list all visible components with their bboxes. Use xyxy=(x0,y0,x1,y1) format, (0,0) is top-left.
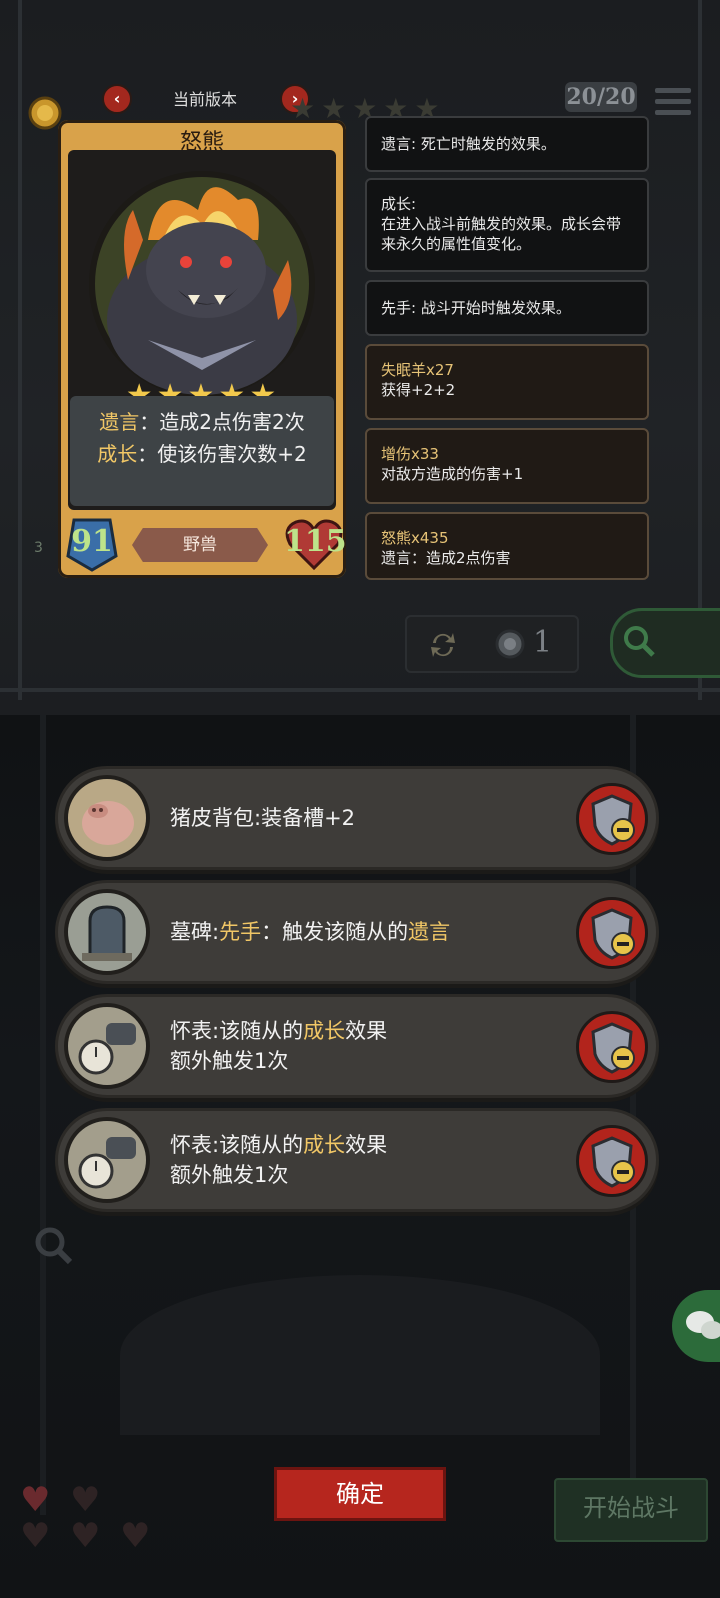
tombstone-icon xyxy=(64,889,150,975)
tooltip-body: 遗言：造成2点伤害 xyxy=(381,549,511,567)
side-number: 3 xyxy=(34,540,43,556)
refresh-icon xyxy=(431,633,455,657)
equipment-description: 墓碑:先手：触发该随从的遗言 xyxy=(170,883,550,981)
equipment-description: 猪皮背包:装备槽+2 xyxy=(170,769,550,867)
unit-ability-text: 遗言：造成2点伤害2次 成长：使该伤害次数+2 xyxy=(70,396,334,506)
chat-bubble-icon xyxy=(686,1311,720,1339)
search-button[interactable] xyxy=(610,608,720,678)
tooltip-title: 怒熊x435 xyxy=(381,529,449,547)
tooltip-title: 失眠羊x27 xyxy=(381,361,454,379)
ability-line-growth: 成长：使该伤害次数+2 xyxy=(70,438,334,470)
tooltip-first-strike: 先手: 战斗开始时触发效果。 xyxy=(365,280,649,336)
confirm-button[interactable]: 确定 xyxy=(274,1467,446,1521)
item-text: 怀表:该随从的 xyxy=(170,1133,304,1157)
remove-equipment-button[interactable] xyxy=(576,1011,648,1083)
gold-coin-icon xyxy=(28,96,62,130)
pig-skin-bag-icon xyxy=(64,775,150,861)
item-text: ：触发该随从的 xyxy=(261,920,409,944)
prev-version-button[interactable]: ‹ xyxy=(102,84,132,114)
tooltip-body: 获得+2+2 xyxy=(381,381,456,399)
item-text: 效果 xyxy=(345,1133,388,1157)
tooltip-body: : 死亡时触发的效果。 xyxy=(411,135,556,153)
item-text: 猪皮背包:装备槽+2 xyxy=(170,806,356,830)
tooltip-title: 增伤x33 xyxy=(381,445,439,463)
tooltip-title: 成长: xyxy=(381,195,417,213)
attack-value: 91 xyxy=(71,524,113,559)
heart-icon: ♥ xyxy=(20,1516,51,1556)
keyword-growth: 成长 xyxy=(303,1133,346,1157)
lives-indicator: ♥ ♥ ♥ ♥ ♥ xyxy=(20,1480,170,1560)
shield-minus-icon xyxy=(591,908,635,960)
tooltip-body: : 战斗开始时触发效果。 xyxy=(411,299,571,317)
heart-icon: ♥ xyxy=(20,1480,51,1520)
frame-border-bottom xyxy=(0,688,720,692)
pocket-watch-icon xyxy=(64,1003,150,1089)
angry-bear-portrait xyxy=(89,171,315,397)
heart-icon: ♥ xyxy=(70,1480,101,1520)
item-text: 效果 xyxy=(345,1019,388,1043)
health-value: 115 xyxy=(284,524,347,559)
version-selector: ‹ 当前版本 › xyxy=(100,84,310,114)
item-text: 墓碑: xyxy=(170,920,220,944)
item-text: 怀表:该随从的 xyxy=(170,1019,304,1043)
shield-minus-icon xyxy=(591,794,635,846)
item-text: 额外触发1次 xyxy=(170,1163,289,1187)
heart-icon: ♥ xyxy=(120,1516,151,1556)
tooltip-title: 先手 xyxy=(381,299,412,317)
frame-border-left xyxy=(18,0,22,700)
tooltip-growth: 成长: 在进入战斗前触发的效果。成长会带来永久的属性值变化。 xyxy=(365,178,649,272)
tribe-tag: 野兽 xyxy=(132,528,268,562)
board-count-badge: 20/20 xyxy=(565,82,637,112)
equipment-description: 怀表:该随从的成长效果 额外触发1次 xyxy=(170,997,550,1095)
search-icon xyxy=(624,626,655,657)
search-icon[interactable] xyxy=(30,1222,74,1266)
version-label: 当前版本 xyxy=(172,90,237,109)
ability-text: ：使该伤害次数+2 xyxy=(137,442,307,466)
refresh-cost: 1 xyxy=(533,625,553,660)
ability-text: ：造成2点伤害2次 xyxy=(139,410,305,434)
bg-pillar xyxy=(40,715,46,1515)
keyword-growth: 成长 xyxy=(303,1019,346,1043)
tooltip-title: 遗言 xyxy=(381,135,412,153)
health-stat: 115 xyxy=(284,516,347,572)
tooltip-deathrattle: 遗言: 死亡时触发的效果。 xyxy=(365,116,649,172)
tooltip-buff-damage-up: 增伤x33 对敌方造成的伤害+1 xyxy=(365,428,649,504)
keyword-deathrattle: 遗言 xyxy=(408,920,451,944)
heart-icon: ♥ xyxy=(70,1516,101,1556)
remove-equipment-button[interactable] xyxy=(576,783,648,855)
pocket-watch-icon xyxy=(64,1117,150,1203)
menu-icon[interactable] xyxy=(655,88,691,118)
tooltip-body: 对敌方造成的伤害+1 xyxy=(381,465,524,483)
equipment-row[interactable]: 怀表:该随从的成长效果 额外触发1次 xyxy=(55,1108,659,1212)
equipment-row[interactable]: 猪皮背包:装备槽+2 xyxy=(55,766,659,870)
bg-monster-silhouette xyxy=(120,1275,600,1435)
tooltip-body: 在进入战斗前触发的效果。成长会带来永久的属性值变化。 xyxy=(381,215,622,253)
remove-equipment-button[interactable] xyxy=(576,1125,648,1197)
equipment-row[interactable]: 怀表:该随从的成长效果 额外触发1次 xyxy=(55,994,659,1098)
unit-card: 怒熊 ★★★★★ 遗言：造成2点伤害2次 成长：使该伤害次数+2 xyxy=(58,120,347,578)
shield-minus-icon xyxy=(591,1022,635,1074)
frame-border-right xyxy=(698,0,702,700)
coin-icon xyxy=(495,629,525,659)
attack-stat: 91 xyxy=(64,516,120,572)
equipment-description: 怀表:该随从的成长效果 额外触发1次 xyxy=(170,1111,550,1209)
equipment-row[interactable]: 墓碑:先手：触发该随从的遗言 xyxy=(55,880,659,984)
ability-line-deathrattle: 遗言：造成2点伤害2次 xyxy=(70,406,334,438)
tooltip-buff-sleepless-sheep: 失眠羊x27 获得+2+2 xyxy=(365,344,649,420)
keyword-growth: 成长 xyxy=(97,442,138,466)
keyword-deathrattle: 遗言 xyxy=(99,410,140,434)
shield-minus-icon xyxy=(591,1136,635,1188)
unit-detail-panel: ‹ 当前版本 › ★★★★★ 20/20 怒熊 ★★★★★ 遗言：造成2点伤害2… xyxy=(0,0,720,715)
item-text: 额外触发1次 xyxy=(170,1049,289,1073)
keyword-first-strike: 先手 xyxy=(219,920,262,944)
remove-equipment-button[interactable] xyxy=(576,897,648,969)
tooltip-buff-angry-bear: 怒熊x435 遗言：造成2点伤害 xyxy=(365,512,649,580)
refresh-shop-button[interactable]: 1 xyxy=(405,615,579,673)
start-battle-button[interactable]: 开始战斗 xyxy=(554,1478,708,1542)
